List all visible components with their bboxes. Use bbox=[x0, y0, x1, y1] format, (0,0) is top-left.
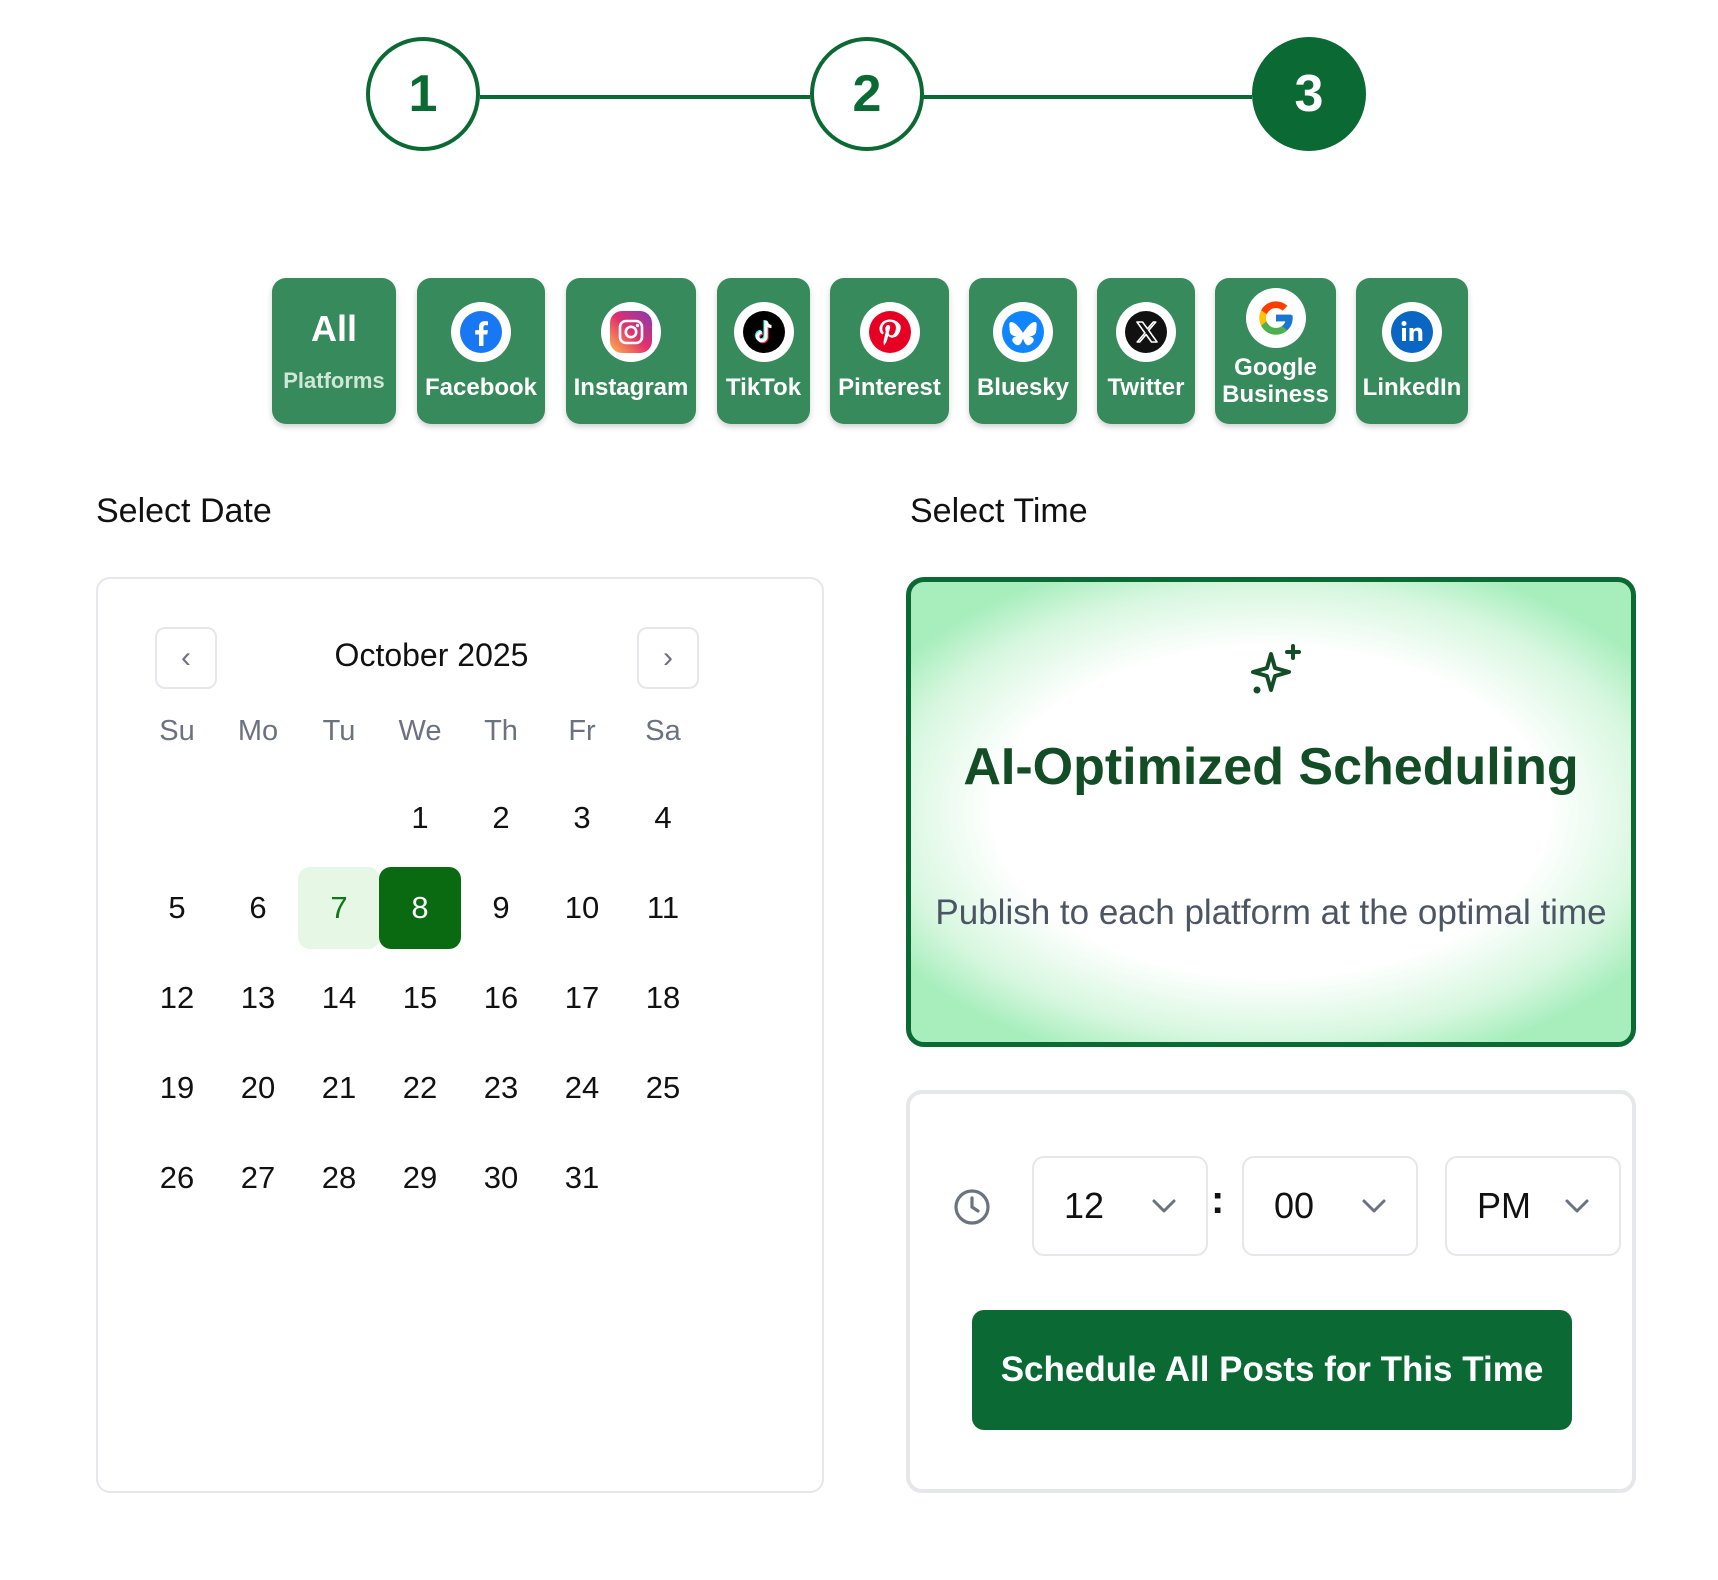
calendar-day[interactable]: 16 bbox=[460, 957, 542, 1039]
period-select[interactable]: PM bbox=[1445, 1156, 1621, 1256]
facebook-icon bbox=[451, 301, 511, 362]
platform-google-business-button[interactable]: Google Business bbox=[1215, 278, 1336, 424]
platform-bluesky-button[interactable]: Bluesky bbox=[969, 278, 1077, 424]
calendar-day[interactable]: 31 bbox=[541, 1137, 623, 1219]
pinterest-icon bbox=[859, 301, 920, 362]
calendar-day[interactable]: 14 bbox=[298, 957, 380, 1039]
platform-facebook-button[interactable]: Facebook bbox=[417, 278, 545, 424]
platform-all-label: All bbox=[310, 308, 357, 349]
calendar-day[interactable]: 28 bbox=[298, 1137, 380, 1219]
ai-card-subtitle: Publish to each platform at the optimal … bbox=[935, 893, 1607, 932]
select-date-heading: Select Date bbox=[96, 492, 272, 530]
calendar-day[interactable]: 22 bbox=[379, 1047, 461, 1129]
progress-stepper: 1 2 3 bbox=[0, 37, 1718, 157]
calendar-day[interactable]: 5 bbox=[136, 867, 218, 949]
calendar-day[interactable]: 19 bbox=[136, 1047, 218, 1129]
time-separator: : bbox=[1211, 1178, 1225, 1222]
x-icon bbox=[1116, 301, 1176, 362]
calendar-day[interactable]: 29 bbox=[379, 1137, 461, 1219]
weekday-label: Tu bbox=[322, 715, 356, 747]
platform-label: Pinterest bbox=[838, 373, 941, 401]
step-1[interactable]: 1 bbox=[366, 37, 480, 151]
platform-label: Twitter bbox=[1107, 373, 1185, 401]
calendar-day[interactable]: 7 bbox=[298, 867, 380, 949]
hour-value: 12 bbox=[1064, 1185, 1105, 1226]
linkedin-icon bbox=[1382, 301, 1442, 362]
google-icon bbox=[1245, 288, 1306, 348]
calendar: ‹ October 2025 › Su Mo Tu We Th Fr Sa 12345678… bbox=[96, 577, 824, 1493]
time-picker-card: 12 : 00 PM Schedule All Posts for This T… bbox=[906, 1090, 1636, 1493]
weekday-label: We bbox=[398, 715, 442, 747]
platform-label: TikTok bbox=[725, 373, 802, 401]
calendar-day[interactable]: 6 bbox=[217, 867, 299, 949]
sparkles-icon bbox=[1251, 644, 1301, 694]
weekday-label: Su bbox=[159, 715, 195, 747]
platform-tiktok-button[interactable]: TikTok bbox=[717, 278, 810, 424]
hour-select[interactable]: 12 bbox=[1032, 1156, 1208, 1256]
period-value: PM bbox=[1477, 1185, 1531, 1226]
calendar-day[interactable]: 4 bbox=[622, 777, 704, 859]
weekday-label: Th bbox=[484, 715, 518, 747]
minute-select[interactable]: 00 bbox=[1242, 1156, 1418, 1256]
calendar-day[interactable]: 10 bbox=[541, 867, 623, 949]
platform-all-button[interactable]: All Platforms bbox=[272, 278, 396, 424]
platform-label: LinkedIn bbox=[1362, 373, 1462, 401]
platform-instagram-button[interactable]: Instagram bbox=[566, 278, 696, 424]
calendar-day[interactable]: 23 bbox=[460, 1047, 542, 1129]
chevron-down-icon bbox=[1362, 1199, 1386, 1213]
calendar-day[interactable]: 3 bbox=[541, 777, 623, 859]
clock-icon bbox=[954, 1189, 990, 1225]
platform-all-sublabel: Platforms bbox=[283, 368, 385, 393]
weekday-label: Fr bbox=[568, 715, 596, 747]
calendar-day[interactable]: 20 bbox=[217, 1047, 299, 1129]
ai-card-title: AI-Optimized Scheduling bbox=[963, 738, 1579, 796]
bluesky-icon bbox=[993, 301, 1053, 362]
calendar-day[interactable]: 27 bbox=[217, 1137, 299, 1219]
tiktok-icon bbox=[733, 301, 794, 362]
calendar-day[interactable]: 17 bbox=[541, 957, 623, 1039]
calendar-day[interactable]: 21 bbox=[298, 1047, 380, 1129]
ai-scheduling-card[interactable]: AI-Optimized Scheduling Publish to each … bbox=[906, 577, 1636, 1047]
schedule-all-button[interactable]: Schedule All Posts for This Time bbox=[972, 1310, 1572, 1430]
step-3[interactable]: 3 bbox=[1252, 37, 1366, 151]
calendar-day[interactable]: 25 bbox=[622, 1047, 704, 1129]
platform-label: Bluesky bbox=[976, 373, 1070, 401]
calendar-month-label: October 2025 bbox=[334, 637, 529, 673]
calendar-day[interactable]: 12 bbox=[136, 957, 218, 1039]
platform-label: Google Business bbox=[1222, 354, 1329, 408]
chevron-down-icon bbox=[1565, 1199, 1589, 1213]
platform-pinterest-button[interactable]: Pinterest bbox=[830, 278, 949, 424]
step-2[interactable]: 2 bbox=[810, 37, 924, 151]
calendar-day[interactable]: 13 bbox=[217, 957, 299, 1039]
calendar-day-selected[interactable]: 8 bbox=[379, 867, 461, 949]
next-month-button[interactable]: › bbox=[637, 627, 699, 689]
calendar-day[interactable]: 26 bbox=[136, 1137, 218, 1219]
calendar-day[interactable]: 18 bbox=[622, 957, 704, 1039]
calendar-day[interactable]: 15 bbox=[379, 957, 461, 1039]
calendar-day[interactable]: 1 bbox=[379, 777, 461, 859]
select-time-heading: Select Time bbox=[910, 492, 1088, 530]
chevron-down-icon bbox=[1152, 1199, 1176, 1213]
step-connector bbox=[922, 95, 1252, 99]
platform-label: Facebook bbox=[424, 373, 538, 401]
weekday-label: Sa bbox=[645, 715, 681, 747]
calendar-day[interactable]: 9 bbox=[460, 867, 542, 949]
chevron-right-icon: › bbox=[663, 641, 673, 674]
step-connector bbox=[480, 95, 810, 99]
platform-label: Instagram bbox=[573, 373, 689, 401]
calendar-day[interactable]: 11 bbox=[622, 867, 704, 949]
minute-value: 00 bbox=[1274, 1185, 1315, 1226]
platform-linkedin-button[interactable]: LinkedIn bbox=[1356, 278, 1468, 424]
platform-selector: All Platforms Facebook Instagram TikTok … bbox=[0, 278, 1718, 426]
platform-twitter-button[interactable]: Twitter bbox=[1097, 278, 1195, 424]
calendar-day[interactable]: 2 bbox=[460, 777, 542, 859]
calendar-day[interactable]: 24 bbox=[541, 1047, 623, 1129]
weekday-label: Mo bbox=[237, 715, 279, 747]
calendar-day[interactable]: 30 bbox=[460, 1137, 542, 1219]
instagram-icon bbox=[601, 301, 661, 362]
